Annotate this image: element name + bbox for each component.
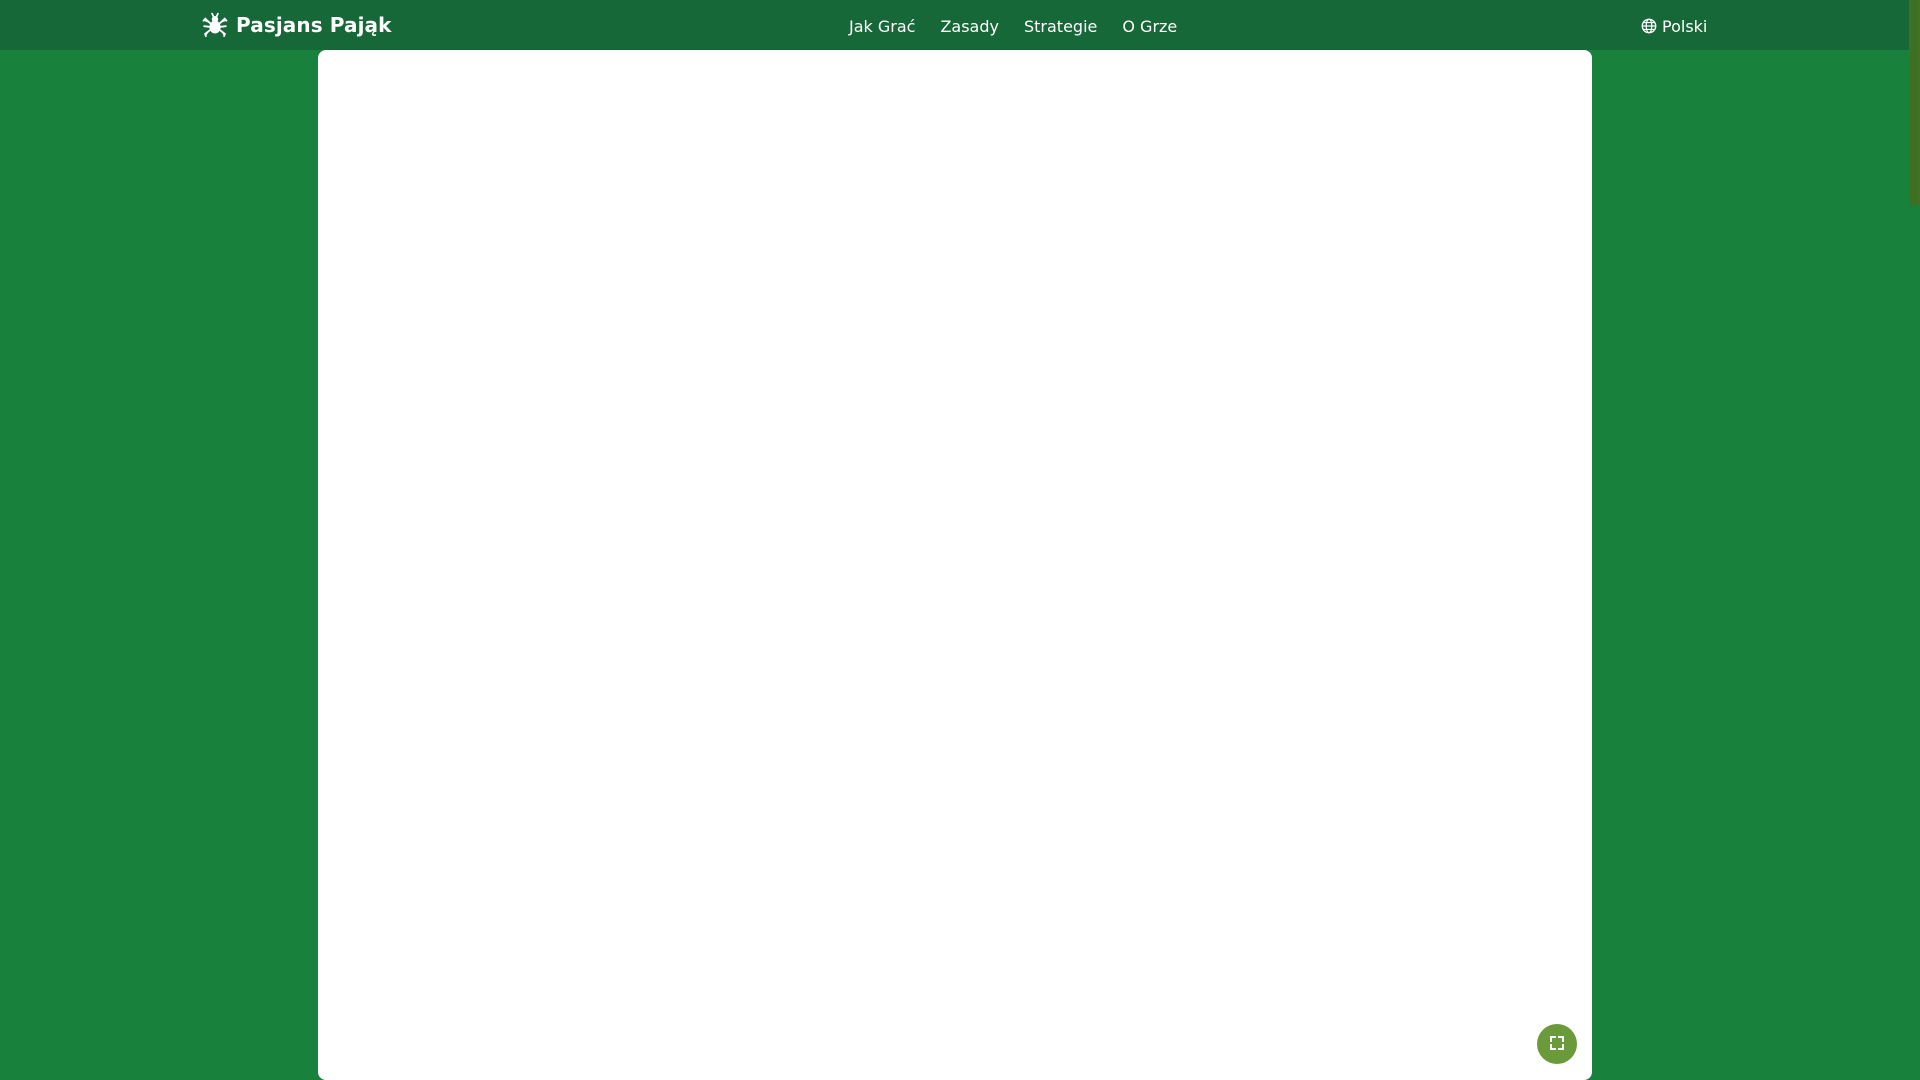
fullscreen-button[interactable] — [1537, 1024, 1577, 1064]
top-navigation-bar: Pasjans Pająk Jak Grać Zasady Strategie … — [0, 0, 1909, 50]
main-navigation: Jak Grać Zasady Strategie O Grze — [849, 14, 1177, 38]
nav-link-strategies[interactable]: Strategie — [1024, 17, 1097, 36]
globe-icon — [1641, 18, 1657, 34]
fullscreen-icon — [1549, 1035, 1565, 1054]
language-label: Polski — [1662, 16, 1708, 36]
nav-link-how-to-play[interactable]: Jak Grać — [849, 17, 915, 36]
nav-link-about-game[interactable]: O Grze — [1122, 17, 1177, 36]
spider-icon — [202, 12, 228, 38]
page-scrollbar[interactable] — [1909, 0, 1920, 1080]
language-selector[interactable]: Polski — [1641, 14, 1707, 38]
nav-link-rules[interactable]: Zasady — [940, 17, 999, 36]
site-brand-link[interactable]: Pasjans Pająk — [202, 11, 392, 39]
site-title: Pasjans Pająk — [236, 13, 392, 37]
game-canvas-area[interactable] — [318, 50, 1592, 1080]
scrollbar-thumb[interactable] — [1910, 0, 1919, 206]
